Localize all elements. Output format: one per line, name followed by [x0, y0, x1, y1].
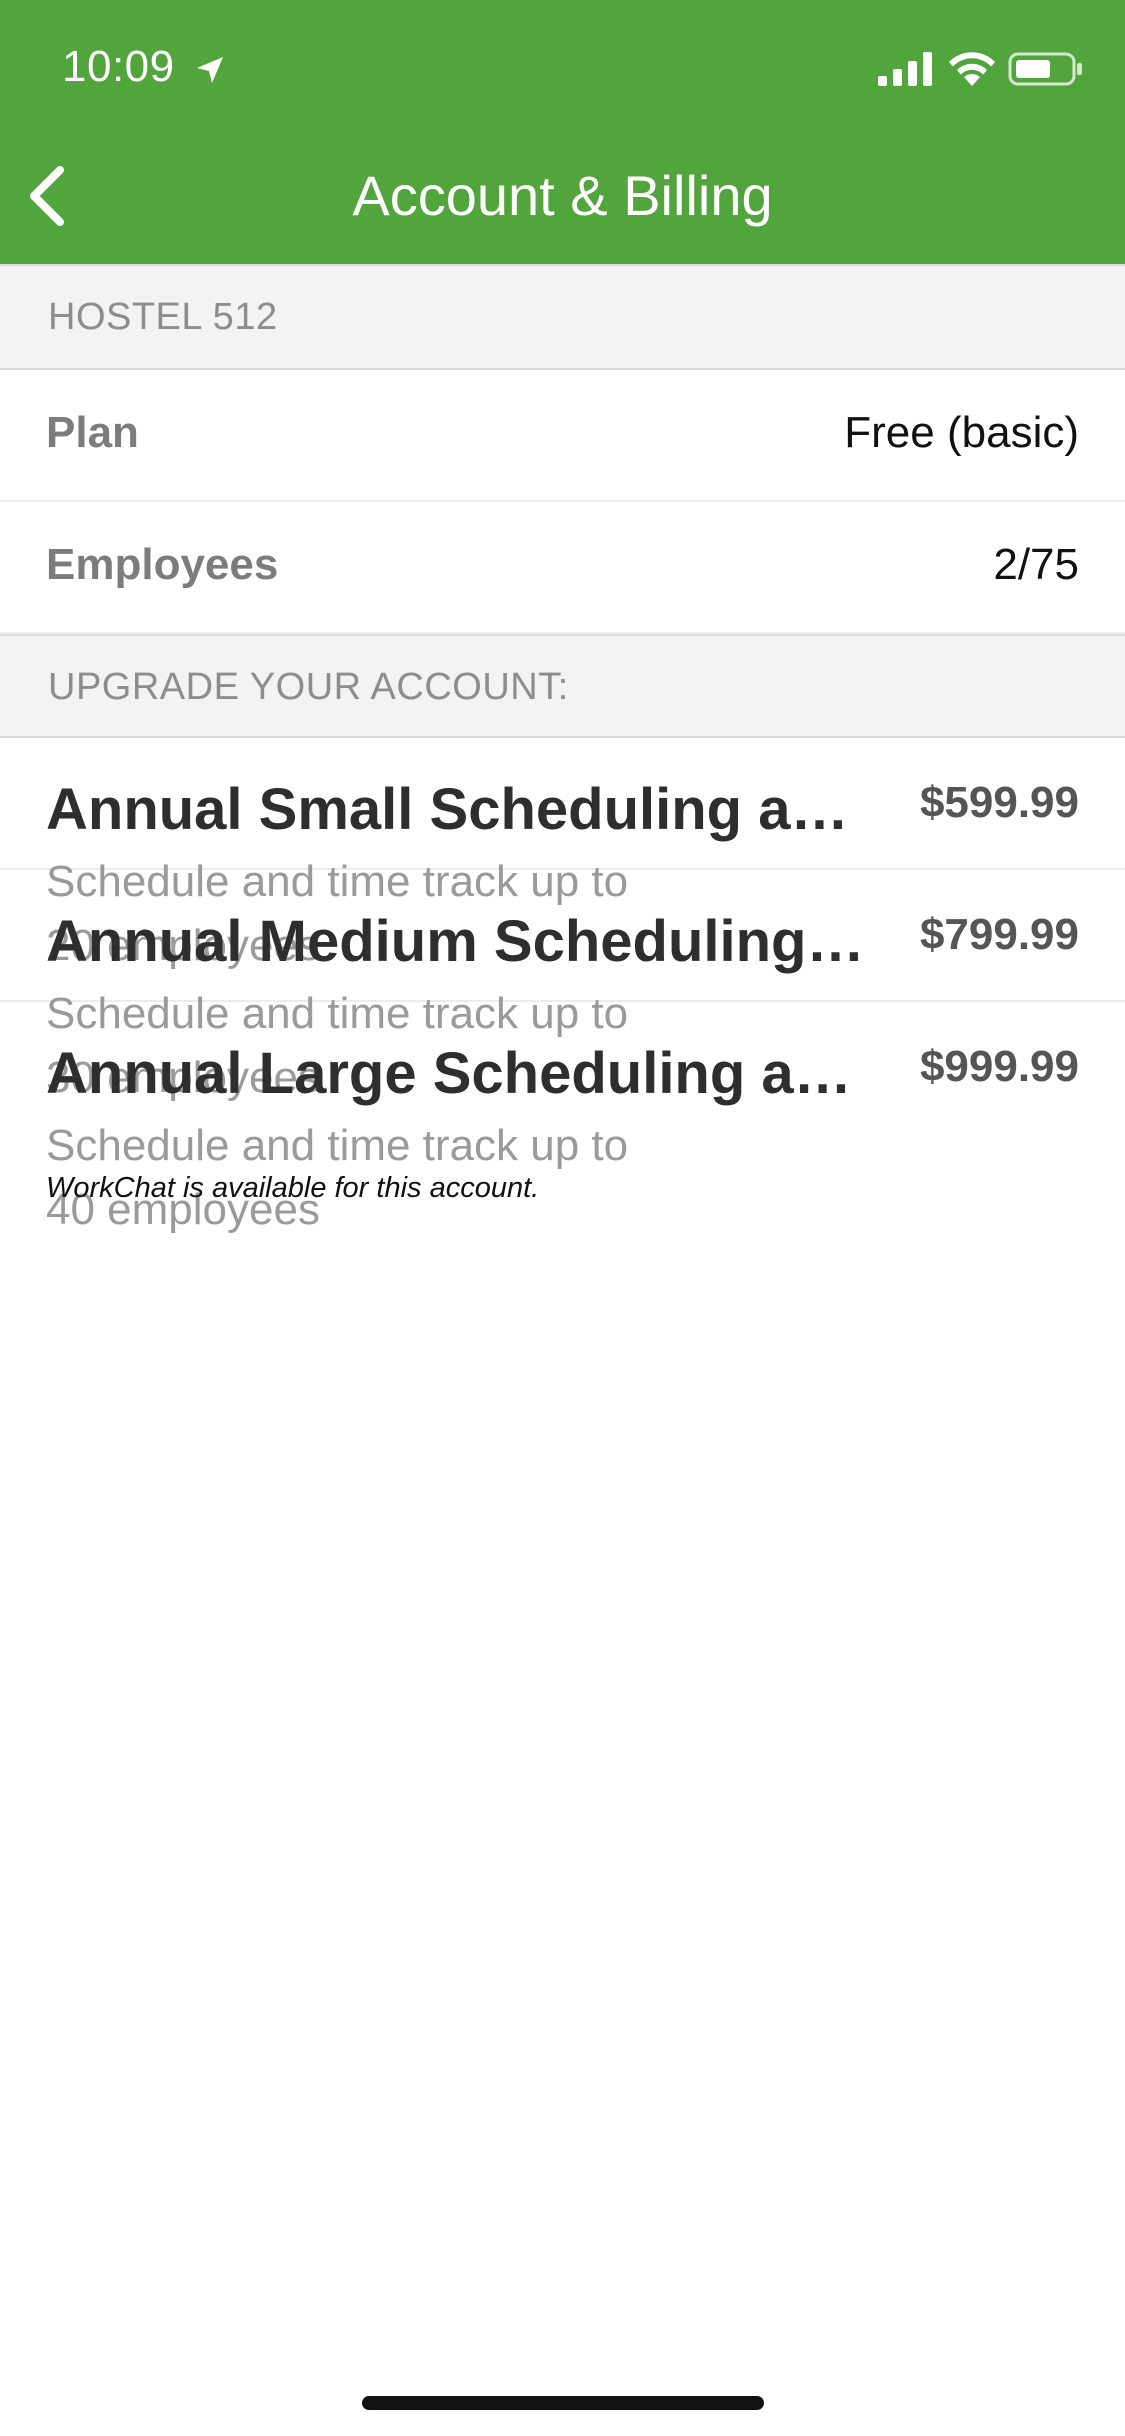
account-name: HOSTEL 512 — [48, 296, 278, 338]
plan-title: Annual Large Scheduling and Time Trackin… — [46, 1041, 866, 1106]
plan-row: Plan Free (basic) — [0, 370, 1125, 502]
plan-value: Free (basic) — [844, 408, 1079, 457]
plan-title: Annual Medium Scheduling and Time Tracki… — [46, 909, 866, 974]
wifi-icon — [949, 52, 995, 86]
plan-price: $799.99 — [919, 910, 1079, 959]
page-title: Account & Billing — [352, 164, 773, 227]
employees-row: Employees 2/75 — [0, 502, 1125, 634]
upgrade-section-header: UPGRADE YOUR ACCOUNT: — [0, 634, 1125, 738]
home-indicator[interactable] — [362, 2396, 764, 2410]
plan-price: $599.99 — [919, 778, 1079, 827]
workchat-note: WorkChat is available for this account. — [46, 1172, 540, 1204]
battery-icon — [1008, 52, 1082, 86]
status-time: 10:09 — [62, 42, 175, 91]
account-billing-screen: 10:09 Account & Billing HOSTEL 512 Plan … — [0, 0, 1125, 2436]
account-section-header: HOSTEL 512 — [0, 264, 1125, 370]
employees-label: Employees — [46, 540, 279, 589]
plan-title: Annual Small Scheduling and Time Trackin… — [46, 777, 866, 842]
plan-price: $999.99 — [919, 1042, 1079, 1091]
navigation-header: 10:09 Account & Billing — [0, 0, 1125, 264]
plan-label: Plan — [46, 408, 139, 457]
location-arrow-icon — [197, 57, 223, 83]
upgrade-section-title: UPGRADE YOUR ACCOUNT: — [48, 666, 569, 708]
signal-icon — [878, 52, 932, 86]
plan-option-small[interactable]: Annual Small Scheduling and Time Trackin… — [0, 738, 1125, 970]
employees-value: 2/75 — [993, 540, 1079, 589]
